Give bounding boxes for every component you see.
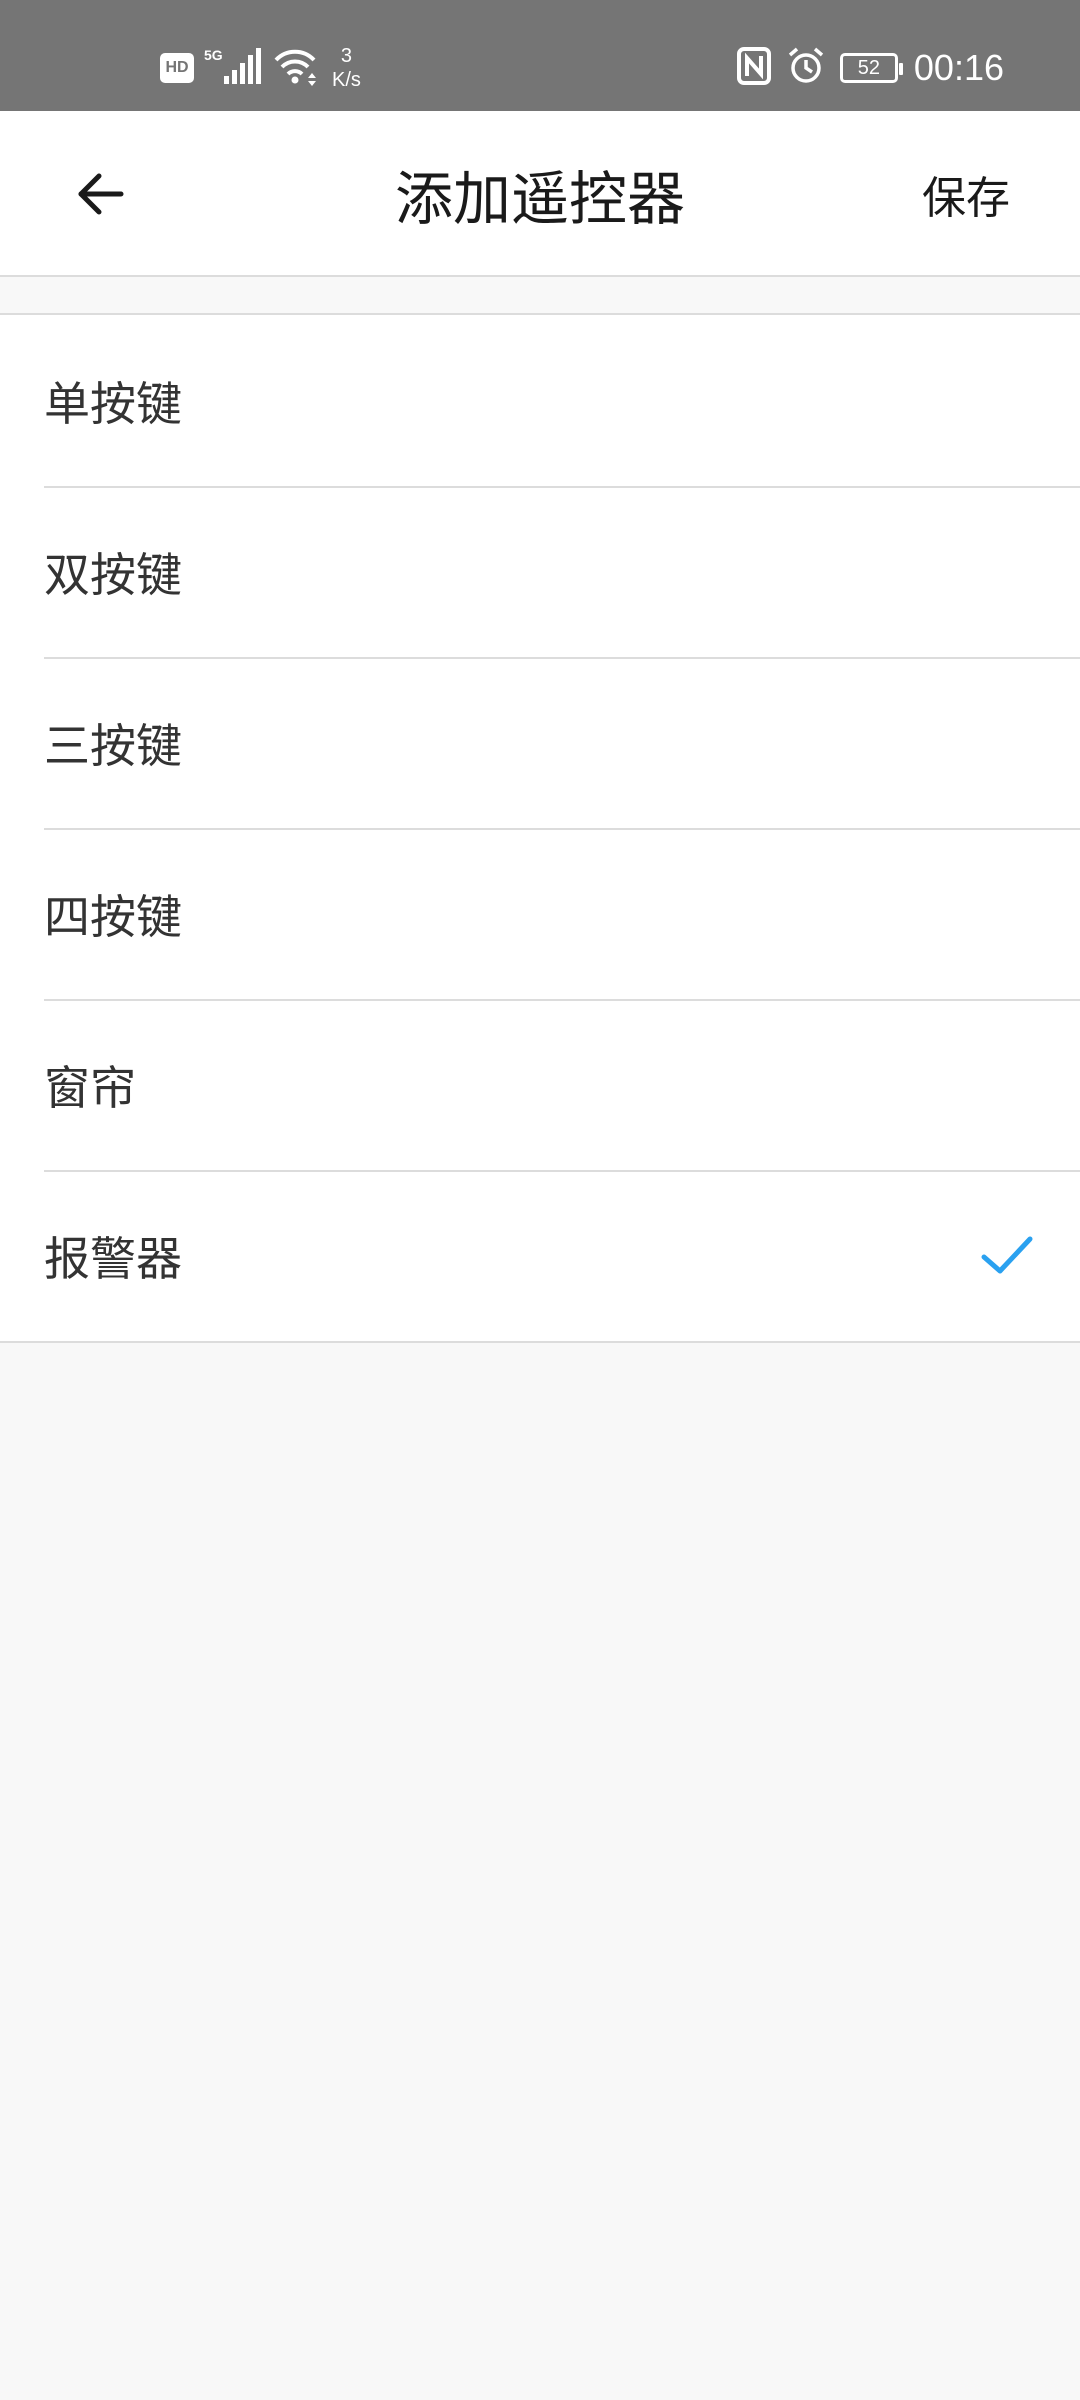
app-bar: 添加遥控器 保存 <box>0 111 1080 277</box>
list-item-label: 单按键 <box>44 376 182 431</box>
arrow-left-icon <box>73 167 127 225</box>
list-item-triple-key[interactable]: 三按键 <box>0 657 1080 828</box>
5g-signal-icon: 5G <box>204 46 262 90</box>
status-right-group: 52 00:16 <box>736 38 1004 98</box>
list-item-double-key[interactable]: 双按键 <box>0 486 1080 657</box>
list-item-label: 报警器 <box>44 1231 182 1286</box>
svg-text:5G: 5G <box>204 47 223 63</box>
network-speed-value: 3 <box>340 45 353 67</box>
hd-icon: HD <box>160 53 194 83</box>
list-item-label: 四按键 <box>44 889 182 944</box>
battery-icon: 52 <box>839 53 903 83</box>
checkmark-icon <box>978 1227 1036 1285</box>
wifi-icon <box>272 46 318 90</box>
clock: 00:16 <box>913 47 1004 88</box>
save-button[interactable]: 保存 <box>922 111 1010 277</box>
list-item-label: 窗帘 <box>44 1060 136 1115</box>
list-item-single-key[interactable]: 单按键 <box>0 315 1080 486</box>
list-item-label: 双按键 <box>44 547 182 602</box>
list-item-quad-key[interactable]: 四按键 <box>0 828 1080 999</box>
remote-type-list: 单按键 双按键 三按键 四按键 窗帘 报警器 <box>0 313 1080 1343</box>
alarm-icon <box>786 46 826 90</box>
list-item-alarm[interactable]: 报警器 <box>0 1170 1080 1341</box>
nfc-icon <box>736 46 772 90</box>
battery-level: 52 <box>857 56 881 79</box>
network-speed: 3 K/s <box>332 44 361 92</box>
network-speed-unit: K/s <box>332 69 361 91</box>
list-item-curtain[interactable]: 窗帘 <box>0 999 1080 1170</box>
list-item-label: 三按键 <box>44 718 182 773</box>
status-bar: HD 5G 3 K/s 52 00:16 <box>0 0 1080 111</box>
status-left-group: HD 5G 3 K/s <box>160 38 361 98</box>
back-button[interactable] <box>60 156 140 236</box>
page-title: 添加遥控器 <box>394 165 685 233</box>
